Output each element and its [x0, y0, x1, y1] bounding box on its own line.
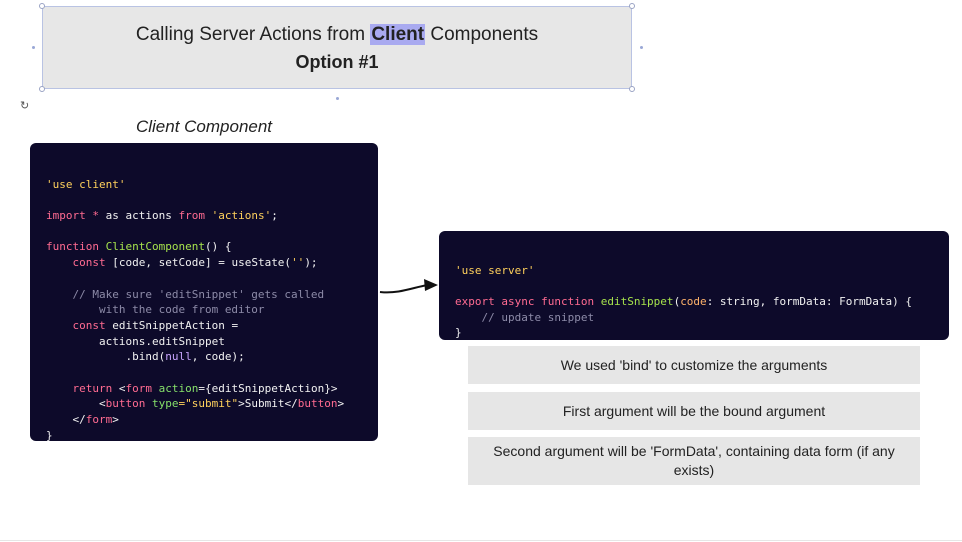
code-token: >Submit</ [238, 397, 298, 411]
code-token: const [72, 318, 106, 332]
code-token: return [72, 381, 113, 395]
note-bind: We used 'bind' to customize the argument… [468, 346, 920, 384]
resize-handle-top-right[interactable] [629, 3, 635, 9]
client-component-label: Client Component [135, 117, 273, 136]
code-comment: // update snippet [481, 310, 595, 324]
code-token: function [46, 240, 99, 254]
code-token: form [125, 381, 153, 395]
code-token: </ [72, 413, 86, 427]
code-token: type [151, 397, 179, 411]
code-token: editSnippet [600, 295, 674, 309]
code-token: from [178, 209, 205, 223]
code-token: } [455, 326, 462, 340]
divider [0, 540, 962, 541]
note-first-argument: First argument will be the bound argumen… [468, 392, 920, 430]
code-token: import [46, 209, 86, 223]
code-comment: with the code from editor [98, 303, 265, 317]
code-token: , code); [191, 350, 245, 364]
code-token: 'use server' [455, 263, 535, 277]
code-comment: // Make sure 'editSnippet' gets called [72, 287, 325, 301]
server-code-block: 'use server' export async function editSn… [439, 231, 949, 340]
code-token: '' [291, 256, 305, 270]
code-token: ClientComponent [105, 240, 205, 254]
code-token: * [85, 209, 106, 223]
code-token: button [297, 397, 338, 411]
code-token: < [112, 381, 126, 395]
code-token: .bind( [125, 350, 166, 364]
code-token: ; [271, 209, 278, 223]
code-token: ={editSnippetAction}> [198, 381, 338, 395]
code-token: as actions [105, 209, 179, 223]
rotate-icon[interactable]: ↻ [20, 101, 29, 112]
code-token: : string, formData: FormData) { [706, 295, 912, 309]
code-token: } [46, 428, 53, 442]
code-token: 'actions' [211, 209, 272, 223]
code-token: ); [304, 256, 318, 270]
code-token: () { [204, 240, 232, 254]
resize-handle-bottom[interactable] [336, 97, 339, 100]
code-token: ="submit" [178, 397, 239, 411]
code-token: code [680, 295, 707, 309]
client-code-block: 'use client' import * as actions from 'ac… [30, 143, 378, 442]
code-token: form [85, 413, 113, 427]
code-token: action [158, 381, 199, 395]
note-second-argument: Second argument will be 'FormData', cont… [468, 437, 920, 485]
code-token: 'use client' [46, 177, 126, 191]
code-token: null [165, 350, 192, 364]
arrow-connector [379, 279, 438, 294]
code-token: > [337, 397, 345, 411]
resize-handle-right[interactable] [640, 46, 643, 49]
code-token: button [105, 397, 146, 411]
resize-handle-bottom-right[interactable] [629, 86, 635, 92]
code-token: export async function [455, 295, 595, 309]
code-token: [code, setCode] = useState( [105, 256, 292, 270]
code-token: < [98, 397, 106, 411]
code-token: const [72, 256, 106, 270]
title-suffix: Components [425, 24, 539, 45]
resize-handle-left[interactable] [32, 46, 35, 49]
resize-handle-bottom-left[interactable] [39, 86, 45, 92]
slide-title-box[interactable]: Calling Server Actions from Client Compo… [42, 6, 632, 89]
code-token: editSnippetAction = [105, 318, 239, 332]
resize-handle-top-left[interactable] [39, 3, 45, 9]
title-prefix: Calling Server Actions from [135, 24, 371, 45]
code-token: actions.editSnippet [98, 334, 225, 348]
title-highlight: Client [370, 24, 426, 45]
slide-title: Calling Server Actions from Client Compo… [43, 24, 631, 46]
code-token: > [112, 413, 119, 427]
slide-subtitle: Option #1 [295, 52, 379, 72]
